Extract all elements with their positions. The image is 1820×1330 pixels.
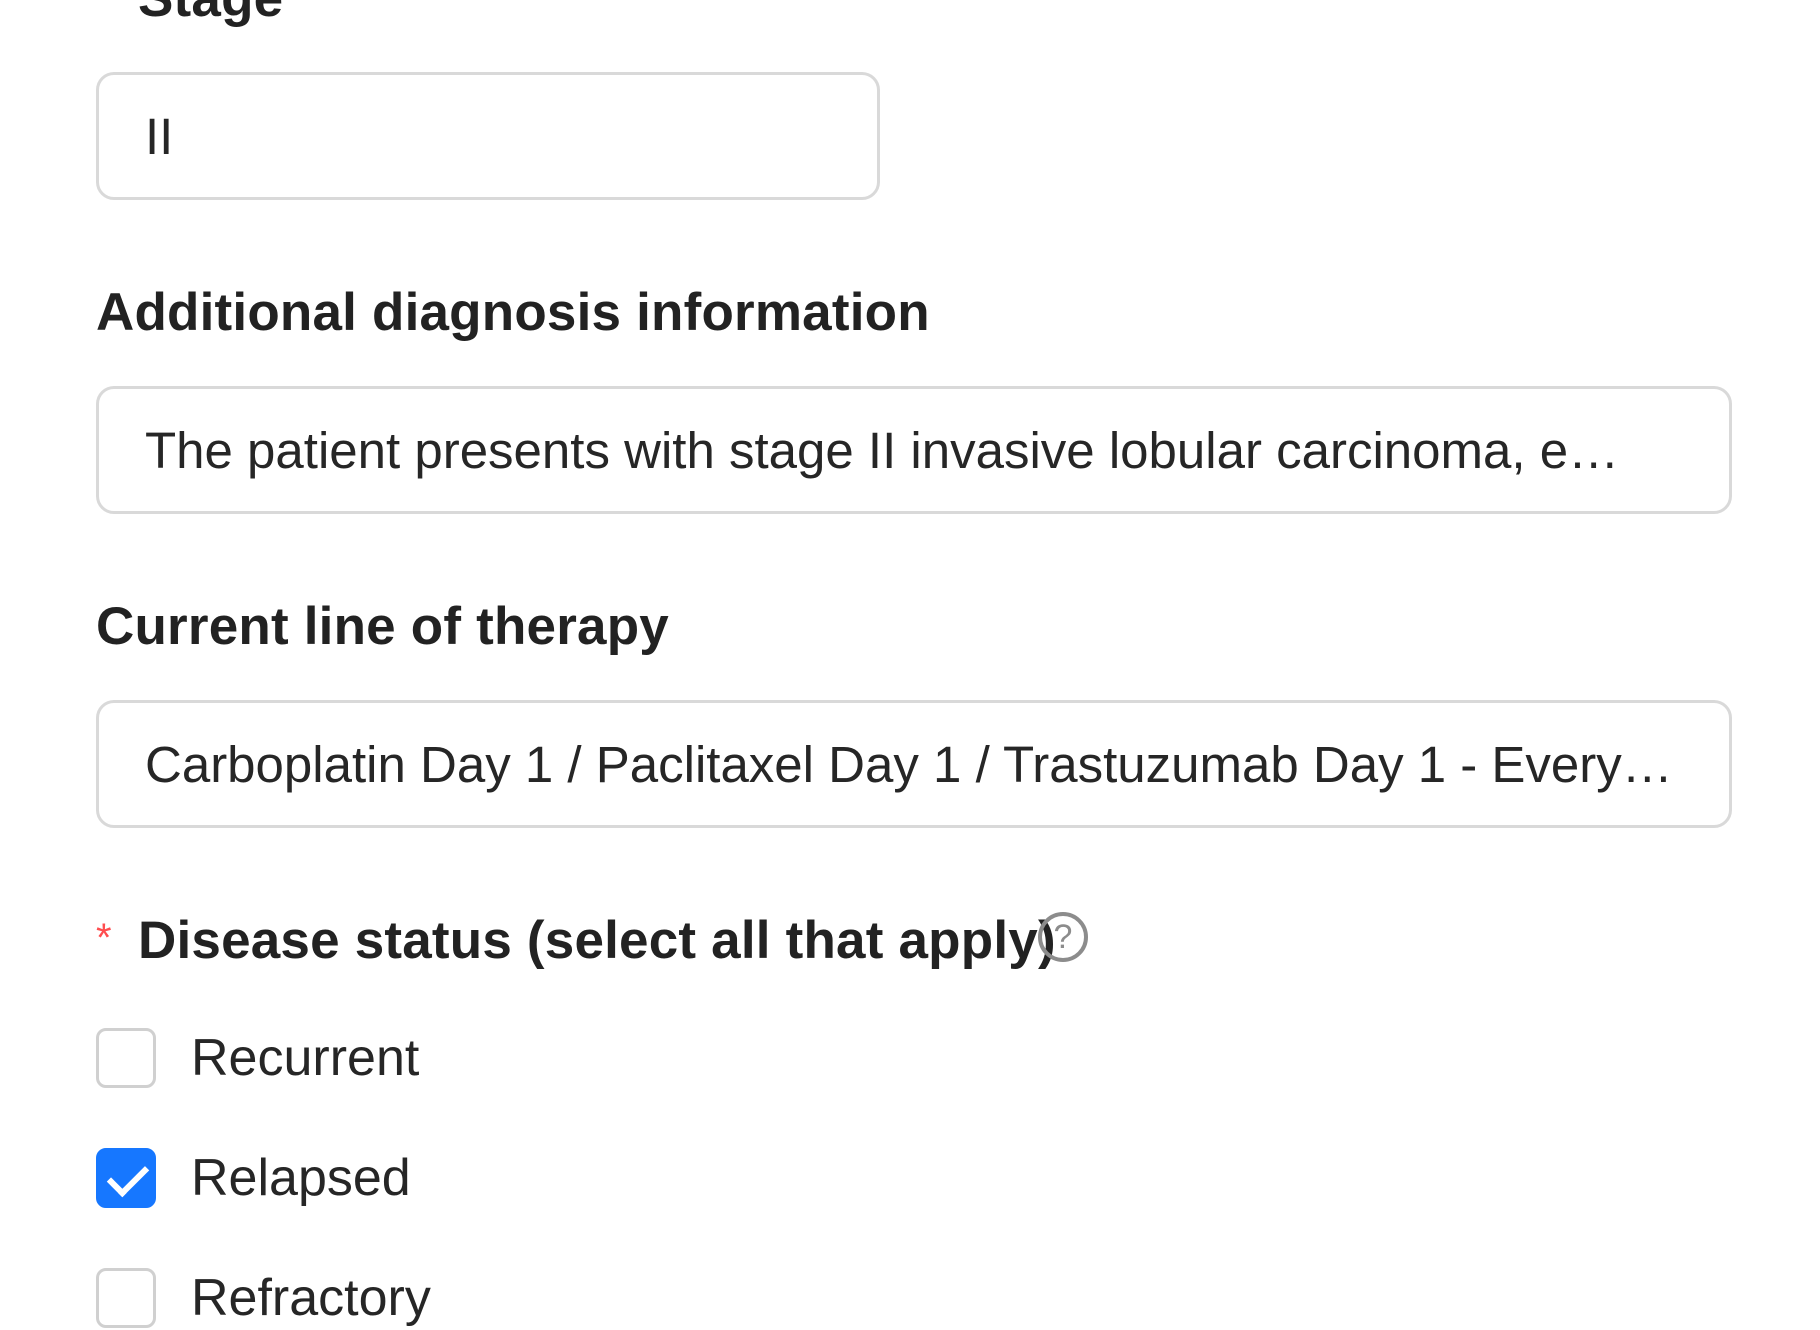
checkbox-recurrent[interactable] — [96, 1028, 156, 1088]
current-line-of-therapy-input-value: Carboplatin Day 1 / Paclitaxel Day 1 / T… — [145, 735, 1673, 793]
current-line-of-therapy-input[interactable]: Carboplatin Day 1 / Paclitaxel Day 1 / T… — [96, 700, 1732, 828]
stage-input-value: II — [145, 107, 174, 165]
checkbox-refractory[interactable] — [96, 1268, 156, 1328]
current-line-of-therapy-label: Current line of therapy — [96, 597, 669, 656]
diagnosis-form: Stage II Additional diagnosis informatio… — [0, 0, 1820, 1328]
additional-diagnosis-label: Additional diagnosis information — [96, 283, 930, 342]
stage-label: Stage — [138, 0, 283, 25]
checkbox-label-recurrent: Recurrent — [191, 1029, 420, 1087]
question-circle-icon[interactable]: ? — [1038, 912, 1088, 962]
required-marker: * — [96, 916, 112, 960]
checkmark-icon — [106, 1154, 150, 1198]
checkbox-relapsed[interactable] — [96, 1148, 156, 1208]
stage-input[interactable]: II — [96, 72, 880, 200]
disease-status-label: Disease status (select all that apply) — [138, 911, 1056, 970]
checkbox-label-refractory: Refractory — [191, 1269, 431, 1327]
checkbox-option-refractory[interactable]: Refractory — [96, 1266, 431, 1330]
checkbox-option-recurrent[interactable]: Recurrent — [96, 1026, 419, 1090]
additional-diagnosis-input-value: The patient presents with stage II invas… — [145, 421, 1620, 479]
checkbox-option-relapsed[interactable]: Relapsed — [96, 1146, 411, 1210]
additional-diagnosis-input[interactable]: The patient presents with stage II invas… — [96, 386, 1732, 514]
checkbox-label-relapsed: Relapsed — [191, 1149, 411, 1207]
